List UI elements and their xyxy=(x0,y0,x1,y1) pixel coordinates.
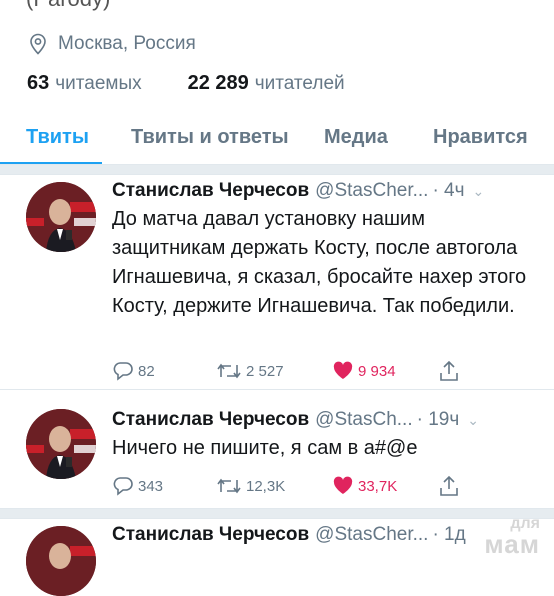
tab-tweets-replies[interactable]: Твиты и ответы xyxy=(131,126,289,149)
chevron-down-icon[interactable]: ⌄ xyxy=(473,183,485,200)
tweet-author-name[interactable]: Станислав Черчесов xyxy=(112,180,309,202)
retweet-icon xyxy=(217,478,241,494)
retweet-button[interactable]: 12,3K xyxy=(216,476,332,496)
section-divider xyxy=(0,508,554,519)
retweet-count: 12,3K xyxy=(246,477,286,495)
reply-count: 343 xyxy=(138,477,164,495)
location-text: Москва, Россия xyxy=(58,33,196,54)
heart-icon xyxy=(333,476,353,494)
tweet-author-handle[interactable]: @StasCher... xyxy=(315,524,428,546)
profile-stats: 63 читаемых 22 289 читателей xyxy=(27,72,345,95)
following-count[interactable]: 63 xyxy=(27,72,49,95)
tweet-actions: 343 12,3K 33,7K xyxy=(112,475,460,497)
avatar-photo xyxy=(26,182,96,252)
profile-bio-cut: (Parody) xyxy=(26,0,110,12)
watermark-line2: мам xyxy=(484,529,540,559)
profile-location: Москва, Россия xyxy=(28,31,196,57)
section-divider xyxy=(0,164,554,175)
avatar[interactable] xyxy=(26,409,96,479)
reply-icon xyxy=(113,477,133,496)
tweet-separator xyxy=(0,389,554,390)
retweet-button[interactable]: 2 527 xyxy=(216,361,332,381)
tweet-text: До матча давал установку нашим защитника… xyxy=(112,208,527,317)
tweet[interactable]: Станислав Черчесов @StasCher... · 1д xyxy=(0,524,554,596)
tweet-time[interactable]: · 1д xyxy=(432,524,465,546)
watermark: для мам xyxy=(484,514,540,559)
reply-count: 82 xyxy=(138,362,155,380)
like-button[interactable]: 9 934 xyxy=(332,361,438,381)
tweet-header: Станислав Черчесов @StasCh... · 19ч ⌄ xyxy=(112,409,479,431)
like-count: 33,7K xyxy=(358,477,398,495)
tweet[interactable]: Станислав Черчесов @StasCher... · 4ч ⌄ Д… xyxy=(0,180,554,390)
following-label[interactable]: читаемых xyxy=(55,73,141,95)
share-button[interactable] xyxy=(438,360,460,382)
profile-tabs: Твиты Твиты и ответы Медиа Нравится xyxy=(0,112,554,165)
avatar[interactable] xyxy=(26,526,96,596)
like-button[interactable]: 33,7K xyxy=(332,476,438,496)
avatar-photo xyxy=(26,409,96,479)
tab-likes[interactable]: Нравится xyxy=(433,126,528,149)
share-icon xyxy=(440,360,458,381)
tweet-author-handle[interactable]: @StasCher... xyxy=(315,180,428,202)
heart-icon xyxy=(333,361,353,379)
tweet-author-handle[interactable]: @StasCh... xyxy=(315,409,412,431)
tweet-time[interactable]: · 4ч xyxy=(432,180,464,202)
tweet[interactable]: Станислав Черчесов @StasCh... · 19ч ⌄ Ни… xyxy=(0,409,554,509)
tweet-header: Станислав Черчесов @StasCher... · 1д xyxy=(112,524,466,546)
share-button[interactable] xyxy=(438,475,460,497)
like-count: 9 934 xyxy=(358,362,396,380)
chevron-down-icon[interactable]: ⌄ xyxy=(467,412,479,429)
avatar[interactable] xyxy=(26,182,96,252)
tweet-author-name[interactable]: Станислав Черчесов xyxy=(112,409,309,431)
tweet-time[interactable]: · 19ч xyxy=(417,409,460,431)
retweet-icon xyxy=(217,363,241,379)
tweet-header: Станислав Черчесов @StasCher... · 4ч ⌄ xyxy=(112,180,484,202)
tab-media[interactable]: Медиа xyxy=(324,126,388,149)
followers-count[interactable]: 22 289 xyxy=(188,72,249,95)
followers-label[interactable]: читателей xyxy=(255,73,345,95)
reply-button[interactable]: 82 xyxy=(112,361,216,381)
tab-tweets[interactable]: Твиты xyxy=(26,126,89,149)
reply-button[interactable]: 343 xyxy=(112,476,216,496)
tweet-text: Ничего не пишите, я сам в а#@е xyxy=(112,437,418,459)
share-icon xyxy=(440,475,458,496)
location-pin-icon xyxy=(30,33,46,55)
retweet-count: 2 527 xyxy=(246,362,284,380)
avatar-photo xyxy=(26,526,96,596)
tweet-author-name[interactable]: Станислав Черчесов xyxy=(112,524,309,546)
reply-icon xyxy=(113,362,133,381)
tweet-actions: 82 2 527 9 934 xyxy=(112,360,460,382)
